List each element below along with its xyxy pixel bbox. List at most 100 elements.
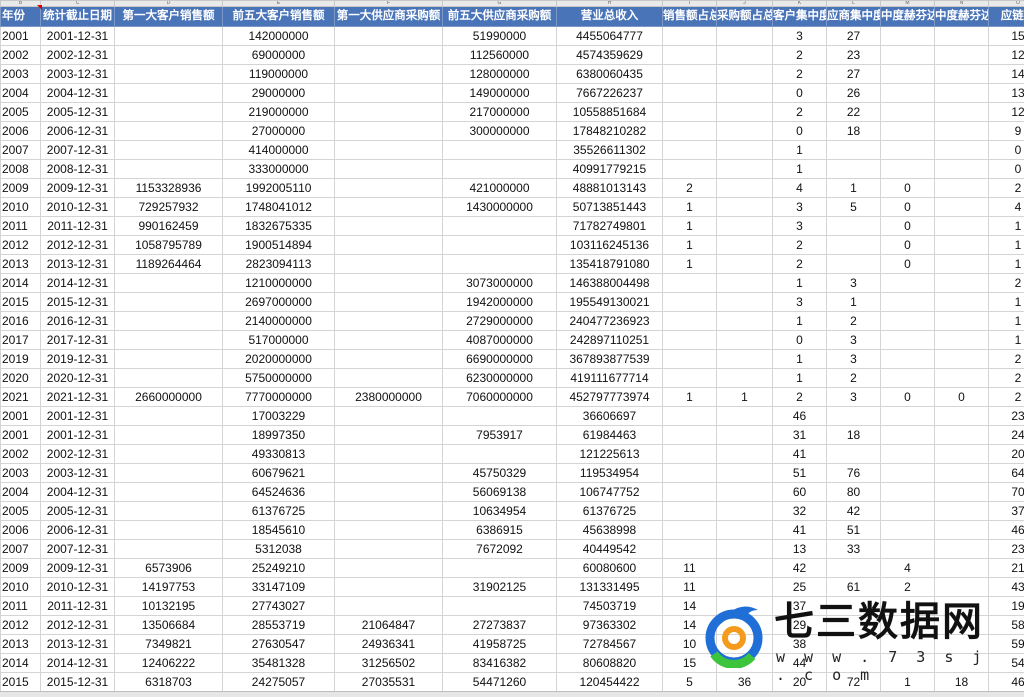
table-cell[interactable]: 0 [773,331,827,350]
table-cell[interactable]: 0 [989,160,1024,179]
table-cell[interactable] [335,331,443,350]
table-cell[interactable] [827,559,881,578]
table-cell[interactable]: 3 [827,350,881,369]
table-cell[interactable] [663,350,717,369]
table-cell[interactable] [335,293,443,312]
table-cell[interactable]: 1 [717,388,773,407]
table-cell[interactable] [443,255,557,274]
table-cell[interactable]: 25249210 [223,559,335,578]
table-cell[interactable]: 3 [827,331,881,350]
table-cell[interactable]: 2010 [1,198,41,217]
table-cell[interactable] [663,369,717,388]
table-cell[interactable]: 45750329 [443,464,557,483]
table-cell[interactable] [827,160,881,179]
table-cell[interactable]: 2011 [1,597,41,616]
table-cell[interactable] [935,312,989,331]
table-cell[interactable]: 41958725 [443,635,557,654]
table-cell[interactable]: 0 [881,217,935,236]
table-cell[interactable]: 97363302 [557,616,663,635]
table-cell[interactable]: 41 [773,445,827,464]
table-cell[interactable]: 48881013143 [557,179,663,198]
table-cell[interactable] [443,236,557,255]
table-cell[interactable]: 32 [773,502,827,521]
table-cell[interactable]: 60 [773,483,827,502]
table-cell[interactable] [935,521,989,540]
table-cell[interactable]: 2006-12-31 [41,122,115,141]
table-cell[interactable]: 2015-12-31 [41,673,115,692]
table-cell[interactable]: 2697000000 [223,293,335,312]
table-cell[interactable]: 2823094113 [223,255,335,274]
table-cell[interactable] [935,407,989,426]
table-cell[interactable]: 112560000 [443,46,557,65]
table-cell[interactable] [881,65,935,84]
table-cell[interactable]: 74503719 [557,597,663,616]
table-cell[interactable]: 1 [989,331,1024,350]
table-cell[interactable] [881,540,935,559]
table-cell[interactable] [443,217,557,236]
table-cell[interactable]: 1 [773,312,827,331]
table-cell[interactable]: 2020 [1,369,41,388]
table-cell[interactable] [881,445,935,464]
table-cell[interactable]: 0 [881,255,935,274]
table-cell[interactable]: 2020000000 [223,350,335,369]
table-cell[interactable]: 2015 [1,673,41,692]
table-cell[interactable]: 2002 [1,46,41,65]
table-cell[interactable]: 146388004498 [557,274,663,293]
table-cell[interactable] [115,312,223,331]
table-cell[interactable]: 5 [663,673,717,692]
table-cell[interactable]: 40449542 [557,540,663,559]
table-cell[interactable]: 80608820 [557,654,663,673]
table-cell[interactable]: 2014-12-31 [41,274,115,293]
header-cell[interactable]: 客户集中度 [773,7,827,27]
table-cell[interactable]: 1058795789 [115,236,223,255]
table-cell[interactable]: 120454422 [557,673,663,692]
table-cell[interactable]: 61984463 [557,426,663,445]
table-cell[interactable]: 9 [989,122,1024,141]
table-cell[interactable]: 103116245136 [557,236,663,255]
table-cell[interactable]: 27630547 [223,635,335,654]
table-cell[interactable] [443,160,557,179]
table-cell[interactable] [717,198,773,217]
table-cell[interactable]: 6690000000 [443,350,557,369]
table-cell[interactable]: 31902125 [443,578,557,597]
header-cell[interactable]: 应链集 [989,7,1024,27]
table-cell[interactable]: 2 [663,179,717,198]
table-cell[interactable] [663,426,717,445]
table-cell[interactable]: 1 [989,236,1024,255]
table-cell[interactable]: 2380000000 [335,388,443,407]
table-cell[interactable] [335,274,443,293]
table-cell[interactable] [663,312,717,331]
table-cell[interactable]: 121225613 [557,445,663,464]
table-cell[interactable]: 2008-12-31 [41,160,115,179]
table-cell[interactable]: 6230000000 [443,369,557,388]
table-cell[interactable]: 26 [827,84,881,103]
table-cell[interactable]: 12406222 [115,654,223,673]
table-cell[interactable]: 46 [989,521,1024,540]
table-cell[interactable] [935,255,989,274]
table-cell[interactable]: 1 [989,312,1024,331]
table-cell[interactable] [935,559,989,578]
table-cell[interactable]: 135418791080 [557,255,663,274]
table-cell[interactable]: 2006 [1,521,41,540]
table-cell[interactable] [717,255,773,274]
header-cell[interactable]: 应商集中度 [827,7,881,27]
table-cell[interactable] [717,331,773,350]
table-cell[interactable] [881,141,935,160]
table-cell[interactable]: 3 [773,27,827,46]
table-cell[interactable]: 2021-12-31 [41,388,115,407]
table-cell[interactable] [115,369,223,388]
table-cell[interactable] [827,236,881,255]
table-cell[interactable]: 1 [773,369,827,388]
table-cell[interactable]: 12 [989,103,1024,122]
header-cell[interactable]: 营业总收入 [557,7,663,27]
table-cell[interactable]: 2001 [1,426,41,445]
table-cell[interactable] [115,293,223,312]
table-cell[interactable]: 1153328936 [115,179,223,198]
table-cell[interactable] [443,559,557,578]
table-cell[interactable]: 2012 [1,616,41,635]
table-cell[interactable]: 421000000 [443,179,557,198]
table-cell[interactable]: 42 [827,502,881,521]
table-cell[interactable] [717,46,773,65]
table-cell[interactable] [935,103,989,122]
table-cell[interactable] [935,198,989,217]
